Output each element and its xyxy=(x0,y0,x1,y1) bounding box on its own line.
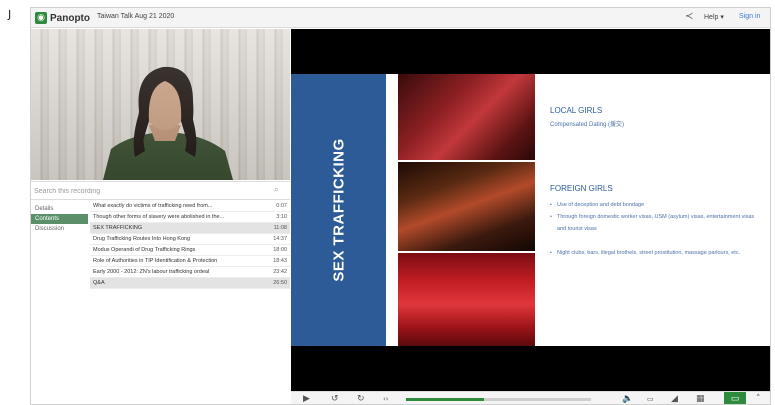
help-label: Help xyxy=(704,14,719,21)
row-title: Though other forms of slavery were aboli… xyxy=(93,214,225,220)
row-title: Early 2000 - 2012: ZN's labour trafficki… xyxy=(93,269,210,275)
progress-fill xyxy=(406,398,484,401)
chevron-up-icon[interactable]: ˄ xyxy=(756,393,761,404)
row-time: 18:00 xyxy=(273,247,287,253)
row-time: 18:43 xyxy=(273,258,287,264)
table-row[interactable]: Q&A 26:50 xyxy=(90,278,290,289)
presenter-video[interactable] xyxy=(31,29,290,180)
table-row[interactable]: Modus Operandi of Drug Trafficking Rings… xyxy=(90,245,290,256)
player-controls: ▶ ↺ ↻ ‹› 🔈 ▭ ◢ ▦ ▭ ˄ xyxy=(291,391,770,404)
fullscreen-icon[interactable]: ▭ xyxy=(724,392,746,404)
contents-list: What exactly do victims of trafficking n… xyxy=(90,201,290,289)
row-title: Drug Trafficking Routes Into Hong Kong xyxy=(93,236,191,242)
table-row[interactable]: Drug Trafficking Routes Into Hong Kong 1… xyxy=(90,234,290,245)
search-icon[interactable]: ⌕ xyxy=(274,185,279,195)
row-time: 26:50 xyxy=(273,280,287,286)
table-row[interactable]: SEX TRAFFICKING 11:08 xyxy=(90,223,290,234)
row-time: 0:07 xyxy=(276,203,287,209)
share-icon[interactable]: ≺ xyxy=(685,11,693,22)
slide-bullet: • Use of deception and debt bondage xyxy=(550,199,760,211)
bullet-text: Night clubs, bars, illegal brothels, str… xyxy=(557,250,741,256)
bullet-text: Use of deception and debt bondage xyxy=(557,202,645,208)
brand-name: Panopto xyxy=(50,12,90,24)
search-bar: ⌕ xyxy=(31,181,290,200)
search-input[interactable] xyxy=(34,185,270,198)
top-bar: ◉ Panopto Taiwan Talk Aug 21 2020 ≺ Help… xyxy=(31,8,770,28)
panopto-logo[interactable]: ◉ Panopto xyxy=(35,11,90,25)
row-title: SEX TRAFFICKING xyxy=(93,225,143,231)
screenshot-frame: J ◉ Panopto Taiwan Talk Aug 21 2020 ≺ He… xyxy=(0,0,775,405)
row-title: Q&A xyxy=(93,280,105,286)
row-title: Modus Operandi of Drug Trafficking Rings xyxy=(93,247,196,253)
speed-icon[interactable]: ‹› xyxy=(383,393,389,404)
layout-icon[interactable]: ▦ xyxy=(696,393,705,404)
local-girls-heading: LOCAL GIRLS xyxy=(550,106,603,115)
foreign-girls-heading: FOREIGN GIRLS xyxy=(550,184,613,193)
side-tabs: Details Contents Discussion xyxy=(31,204,88,234)
local-girls-subtext: Compensated Dating (援交) xyxy=(550,122,625,128)
volume-icon[interactable]: 🔈 xyxy=(622,393,633,404)
bullet-icon: • xyxy=(550,202,552,208)
tab-discussion[interactable]: Discussion xyxy=(31,224,88,234)
table-row[interactable]: Early 2000 - 2012: ZN's labour trafficki… xyxy=(90,267,290,278)
chevron-down-icon: ▾ xyxy=(720,14,724,21)
slide-title-band: SEX TRAFFICKING xyxy=(291,74,386,346)
row-time: 3:10 xyxy=(276,214,287,220)
table-row[interactable]: What exactly do victims of trafficking n… xyxy=(90,201,290,212)
bullet-icon: • xyxy=(550,250,552,256)
slide-bullet: • Night clubs, bars, illegal brothels, s… xyxy=(550,247,760,259)
row-title: What exactly do victims of trafficking n… xyxy=(93,203,213,209)
sign-in-link[interactable]: Sign in xyxy=(739,13,760,20)
slide-vertical-title: SEX TRAFFICKING xyxy=(330,138,348,282)
slide-photo-middle xyxy=(398,162,535,251)
captions-icon[interactable]: ▭ xyxy=(647,393,654,404)
play-icon[interactable]: ▶ xyxy=(303,393,310,404)
presentation-slide: SEX TRAFFICKING LOCAL GIRLS Compensated … xyxy=(291,74,770,346)
cropped-edge-glyph: J xyxy=(8,8,12,21)
session-title: Taiwan Talk Aug 21 2020 xyxy=(97,13,175,20)
forward-icon[interactable]: ↻ xyxy=(357,393,365,404)
help-menu[interactable]: Help ▾ xyxy=(704,13,724,21)
table-row[interactable]: Role of Authorities in TIP Identificatio… xyxy=(90,256,290,267)
slide-photo-top xyxy=(398,74,535,160)
row-title: Role of Authorities in TIP Identificatio… xyxy=(93,258,218,264)
slide-photo-bottom xyxy=(398,253,535,346)
panopto-logo-icon: ◉ xyxy=(35,12,47,24)
bullet-icon: • xyxy=(550,214,552,220)
tab-details[interactable]: Details xyxy=(31,204,88,214)
row-time: 11:08 xyxy=(273,225,287,231)
panopto-viewer: ◉ Panopto Taiwan Talk Aug 21 2020 ≺ Help… xyxy=(30,7,771,405)
video-shading xyxy=(31,29,290,180)
table-row[interactable]: Though other forms of slavery were aboli… xyxy=(90,212,290,223)
row-time: 14:37 xyxy=(273,236,287,242)
row-time: 23:42 xyxy=(273,269,287,275)
tab-contents[interactable]: Contents xyxy=(31,214,88,224)
slide-stage[interactable]: SEX TRAFFICKING LOCAL GIRLS Compensated … xyxy=(291,29,770,391)
quality-icon[interactable]: ◢ xyxy=(671,393,678,404)
rewind-icon[interactable]: ↺ xyxy=(331,393,339,404)
progress-bar[interactable] xyxy=(406,398,591,401)
slide-bullet: • Through foreign domestic worker visas,… xyxy=(550,211,760,235)
bullet-text: Through foreign domestic worker visas, U… xyxy=(557,214,755,232)
